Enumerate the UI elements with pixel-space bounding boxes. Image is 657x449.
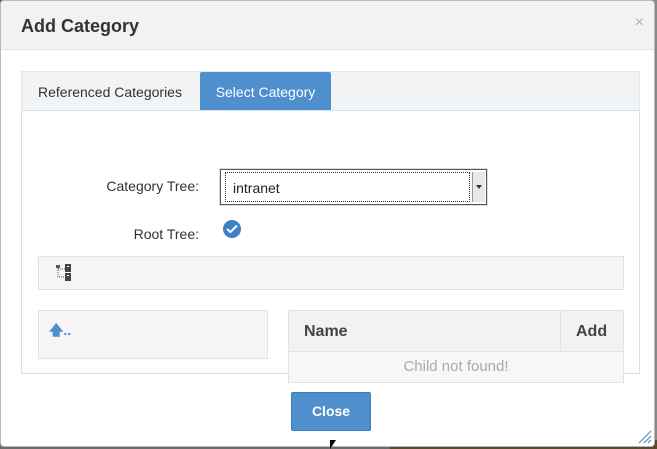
grid-empty-message: Child not found! <box>289 352 623 382</box>
mouse-cursor <box>330 440 336 449</box>
tab-bar: Referenced Categories Select Category <box>21 71 640 112</box>
category-tree-label: Category Tree: <box>106 178 199 194</box>
close-icon[interactable]: × <box>635 14 644 32</box>
close-button[interactable]: Close <box>291 392 371 431</box>
tree-structure-icon[interactable] <box>56 264 72 282</box>
category-tree-value: intranet <box>233 180 280 196</box>
dialog-titlebar[interactable]: Add Category × <box>1 1 654 50</box>
resize-handle-icon[interactable] <box>638 430 652 444</box>
tabs-container: Referenced Categories Select Category Ca… <box>21 71 640 383</box>
root-tree-label: Root Tree: <box>133 226 199 242</box>
select-category-panel: Category Tree: intranet Root Tree: 🡅.. N… <box>21 110 640 383</box>
column-add[interactable]: Add <box>576 323 607 341</box>
dialog-title: Add Category <box>21 16 140 36</box>
column-name[interactable]: Name <box>304 323 348 341</box>
chevron-down-icon[interactable] <box>472 172 485 202</box>
tab-referenced-categories[interactable]: Referenced Categories <box>22 72 200 112</box>
add-category-dialog: Add Category × Referenced Categories Sel… <box>0 0 655 447</box>
grid-header: Name Add <box>289 311 623 352</box>
column-divider <box>560 311 561 351</box>
children-grid: Name Add Child not found! <box>288 310 624 383</box>
tab-select-category[interactable]: Select Category <box>200 72 331 112</box>
tree-toolbar <box>38 256 624 290</box>
check-circle-icon[interactable] <box>223 220 241 238</box>
tree-navigator: 🡅.. <box>38 310 268 359</box>
arrow-up-icon[interactable]: 🡅.. <box>49 320 71 344</box>
category-tree-select[interactable]: intranet <box>220 169 487 205</box>
up-label: .. <box>63 322 72 338</box>
